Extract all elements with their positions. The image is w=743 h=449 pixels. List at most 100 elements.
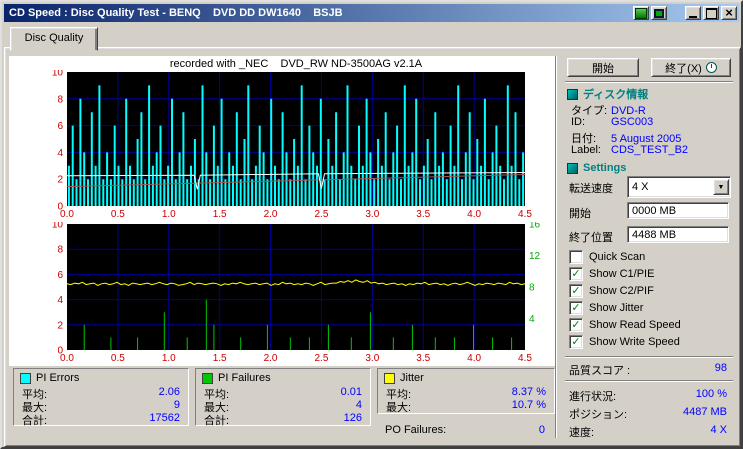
chevron-down-icon: ▼: [717, 183, 725, 191]
maximize-icon: [705, 7, 717, 19]
start-button[interactable]: 開始: [567, 58, 639, 77]
minimize-button[interactable]: [685, 6, 701, 20]
svg-text:2: 2: [57, 320, 63, 331]
end-position-label: 終了位置: [569, 232, 613, 244]
pi-errors-chart: 10864200.0 0.5 1.0 1.5 2.0 2.5 3.0 3.5 4.0 4.5: [52, 70, 533, 220]
close-button[interactable]: ×: [721, 6, 737, 20]
dropdown-button[interactable]: ▼: [713, 179, 729, 195]
pi-errors-panel-header: PI Errors: [20, 372, 79, 384]
screen-icon-button[interactable]: [651, 6, 667, 20]
pi-errors-panel: PI Errors 平均: 2.06 最大: 9 合計: 17562: [13, 368, 189, 428]
checkbox-show-jitter[interactable]: Show Jitter: [569, 301, 643, 315]
checkbox-show-c2-pif[interactable]: Show C2/PIF: [569, 284, 654, 298]
divider: [565, 356, 733, 358]
chart-icon: [635, 7, 647, 19]
svg-text:4.5: 4.5: [518, 209, 532, 220]
stat-value: 17562: [149, 412, 180, 424]
svg-text:1.0: 1.0: [162, 353, 176, 364]
svg-text:2.5: 2.5: [314, 209, 328, 220]
position-value: 4487 MB: [682, 406, 727, 418]
screen-icon: [654, 8, 664, 18]
svg-text:10: 10: [52, 222, 64, 231]
start-position-label: 開始: [569, 208, 591, 220]
svg-text:6: 6: [57, 270, 63, 281]
svg-text:4: 4: [57, 295, 63, 306]
svg-text:4: 4: [57, 148, 63, 159]
recorded-with-annotation: recorded with _NEC DVD_RW ND-3500AG v2.1…: [169, 58, 423, 70]
stat-value: 126: [343, 412, 362, 424]
quality-score-row: 品質スコア : 98: [569, 362, 727, 378]
divider: [565, 380, 733, 382]
maximize-button[interactable]: [703, 6, 719, 20]
checkbox-label: Show Read Speed: [589, 319, 681, 331]
chart-icon-button[interactable]: [633, 6, 649, 20]
checkbox-box[interactable]: [569, 250, 583, 264]
vertical-divider: [555, 56, 557, 438]
svg-text:2.0: 2.0: [264, 353, 278, 364]
checkbox-box[interactable]: [569, 267, 583, 281]
exit-button-label: 終了(X): [665, 62, 702, 75]
checkbox-box[interactable]: [569, 284, 583, 298]
settings-header: Settings: [567, 162, 626, 174]
section-icon: [567, 88, 578, 100]
speed-label: 速度:: [569, 427, 595, 439]
jitter-panel-header: Jitter: [384, 372, 424, 384]
svg-text:6: 6: [57, 121, 63, 132]
svg-text:2: 2: [57, 175, 63, 186]
stat-label: 合計:: [204, 415, 230, 427]
tab-page: recorded with _NEC DVD_RW ND-3500AG v2.1…: [4, 47, 741, 447]
svg-text:3.5: 3.5: [416, 353, 430, 364]
checkbox-label: Show Jitter: [589, 302, 644, 314]
app-window: CD Speed : Disc Quality Test - BENQ DVD …: [0, 0, 743, 449]
titlebar-buttons: ×: [631, 6, 739, 20]
checkbox-label: Show C2/PIF: [589, 285, 654, 297]
svg-text:1.5: 1.5: [213, 353, 227, 364]
disc-info-header: ディスク情報: [567, 86, 648, 102]
info-label: ID:: [571, 116, 586, 128]
exit-button[interactable]: 終了(X): [651, 58, 731, 77]
svg-text:12: 12: [529, 251, 541, 262]
checkbox-show-read-speed[interactable]: Show Read Speed: [569, 318, 681, 332]
jitter-title: Jitter: [400, 372, 424, 384]
svg-text:3.0: 3.0: [365, 209, 379, 220]
svg-text:4.5: 4.5: [518, 353, 532, 364]
info-row: ID: GSC003: [571, 116, 735, 128]
window-title: CD Speed : Disc Quality Test - BENQ DVD …: [9, 7, 343, 19]
pi-failures-panel: PI Failures 平均: 0.01 最大: 4 合計: 126: [195, 368, 371, 427]
po-failures-row: PO Failures: 0: [385, 424, 545, 436]
quality-score-value: 98: [714, 362, 727, 374]
stat-label: 最大:: [386, 402, 412, 414]
svg-text:16: 16: [529, 222, 541, 231]
title-bar[interactable]: CD Speed : Disc Quality Test - BENQ DVD …: [4, 4, 739, 22]
checkbox-box[interactable]: [569, 318, 583, 332]
svg-text:8: 8: [529, 283, 535, 294]
progress-label: 進行状況:: [569, 391, 617, 403]
info-value: CDS_TEST_B2: [611, 144, 689, 156]
minimize-icon: [689, 15, 697, 18]
stat-row: 合計: 17562: [22, 412, 180, 428]
checkbox-quick-scan[interactable]: Quick Scan: [569, 250, 645, 264]
svg-text:8: 8: [57, 94, 63, 105]
speed-row: 速度: 4 X: [569, 424, 727, 440]
progress-row: 進行状況: 100 %: [569, 388, 727, 404]
po-failures-label: PO Failures:: [385, 424, 447, 436]
checkbox-box[interactable]: [569, 301, 583, 315]
checkbox-show-write-speed[interactable]: Show Write Speed: [569, 335, 680, 349]
start-position-input[interactable]: [627, 202, 729, 219]
jitter-panel: Jitter 平均: 8.37 % 最大: 10.7 %: [377, 368, 555, 414]
stat-label: 合計:: [22, 415, 48, 427]
end-position-input[interactable]: [627, 226, 729, 243]
pi-errors-title: PI Errors: [36, 372, 80, 384]
svg-text:3.0: 3.0: [365, 353, 379, 364]
info-value: GSC003: [611, 116, 654, 128]
disc-info-header-label: ディスク情報: [583, 89, 649, 101]
checkbox-box[interactable]: [569, 335, 583, 349]
info-row: Label: CDS_TEST_B2: [571, 144, 735, 156]
clock-icon: [705, 62, 717, 73]
checkbox-show-c1-pie[interactable]: Show C1/PIE: [569, 267, 654, 281]
tab-disc-quality[interactable]: Disc Quality: [10, 27, 98, 51]
svg-text:0.0: 0.0: [60, 209, 74, 220]
pi-failures-jitter-chart: 10864201612840.0 0.5 1.0 1.5 2.0 2.5 3.0 3.5 4.0…: [52, 222, 541, 364]
svg-text:0.0: 0.0: [60, 353, 74, 364]
transfer-speed-select[interactable]: 4 X ▼: [627, 176, 731, 198]
